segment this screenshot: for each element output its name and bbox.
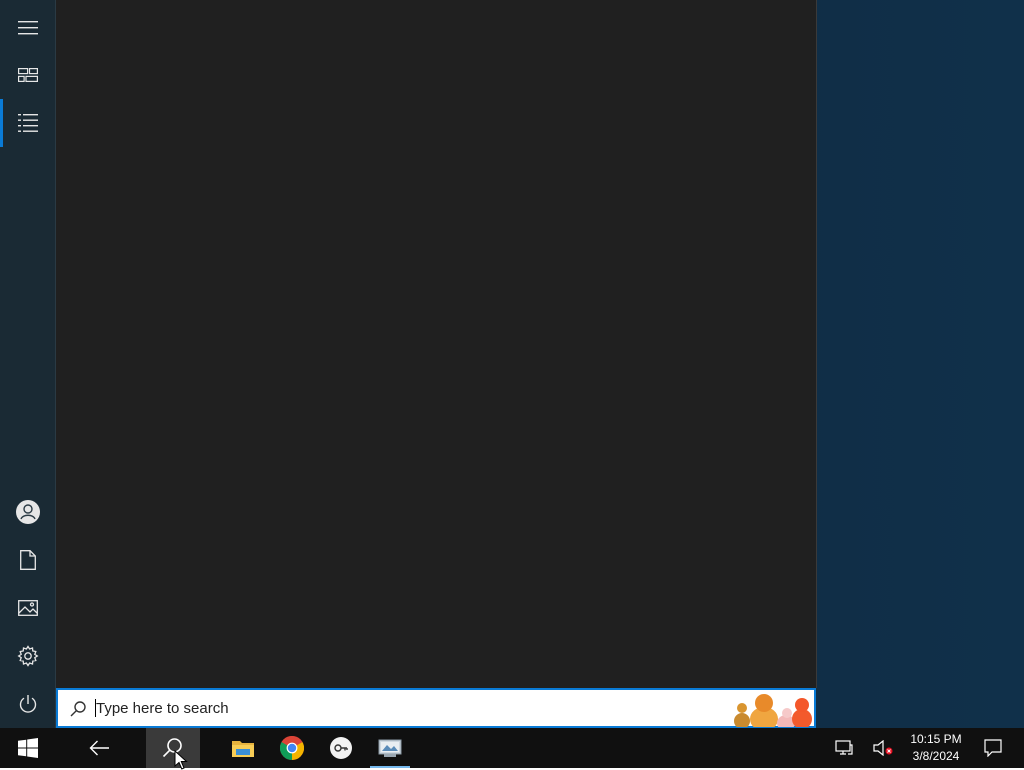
start-button[interactable] [3,728,53,768]
search-icon [162,738,182,758]
hamburger-icon [18,21,38,35]
tiles-button[interactable] [0,51,56,99]
volume-tray-button[interactable] [868,728,898,768]
gear-icon [17,645,39,667]
network-tray-button[interactable] [830,728,858,768]
search-button[interactable] [146,728,200,768]
chrome-button[interactable] [267,728,317,768]
power-icon [19,695,37,713]
search-box[interactable] [56,688,816,728]
user-icon [16,500,40,524]
expand-menu-button[interactable] [0,4,56,52]
key-app-icon [330,737,352,759]
start-menu-rail [0,0,56,728]
network-icon [835,740,853,755]
documents-button[interactable] [0,536,56,584]
chrome-icon [280,736,304,760]
control-panel-button[interactable] [365,728,415,768]
user-account-button[interactable] [0,488,56,536]
picture-icon [18,600,38,616]
file-explorer-button[interactable] [218,728,268,768]
volume-muted-icon [873,740,893,756]
search-input[interactable] [94,696,696,720]
taskbar: 10:15 PM 3/8/2024 [0,728,1024,768]
control-panel-icon [378,739,402,757]
tiles-icon [18,68,38,82]
action-center-button[interactable] [978,728,1008,768]
list-icon [18,114,38,132]
windows-logo-icon [18,738,38,758]
clock-date: 3/8/2024 [912,749,960,763]
search-results-panel [56,0,817,688]
text-caret [95,699,96,717]
search-icon [70,701,86,717]
document-icon [20,550,36,570]
tray-clock[interactable]: 10:15 PM 3/8/2024 [904,728,968,768]
action-center-icon [984,739,1002,757]
all-apps-button[interactable] [0,99,56,147]
folder-icon [232,741,254,757]
clock-time: 10:15 PM [910,732,962,746]
settings-button[interactable] [0,632,56,680]
power-button[interactable] [0,680,56,728]
pictures-button[interactable] [0,584,56,632]
search-highlight-illustration [734,694,812,727]
app-button[interactable] [316,728,366,768]
back-arrow-icon [89,740,109,756]
back-button[interactable] [74,728,124,768]
